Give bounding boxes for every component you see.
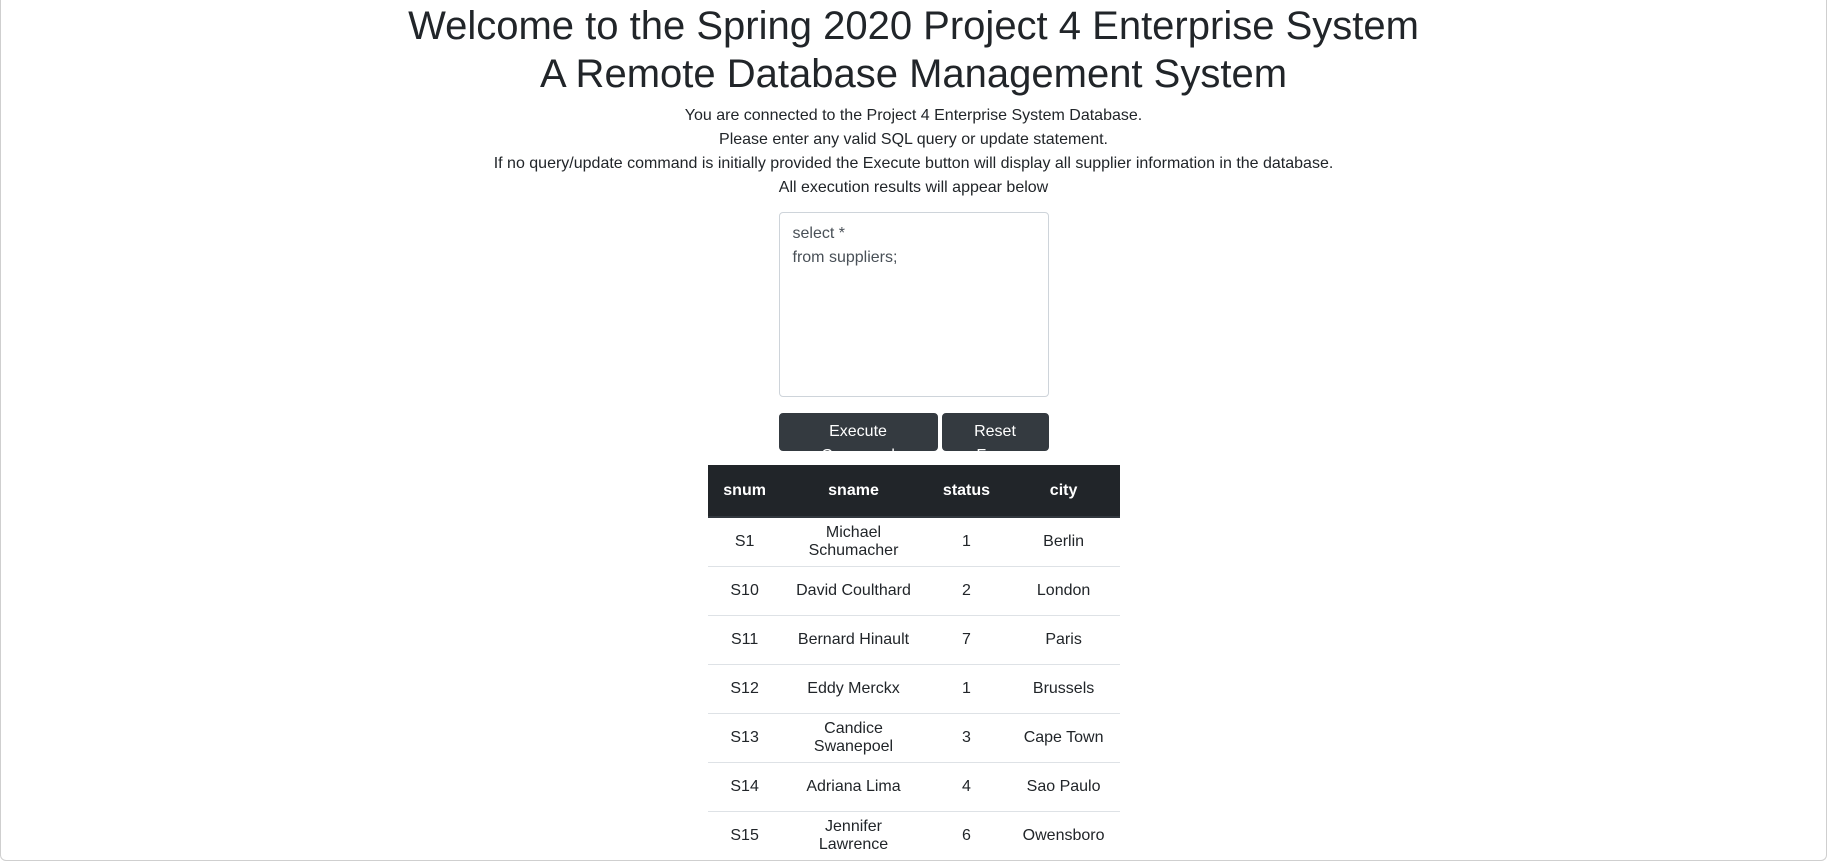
- cell-sname: Eddy Merckx: [781, 664, 926, 714]
- header-row: snum sname status city: [707, 465, 1120, 518]
- cell-snum: S12: [707, 664, 782, 714]
- table-row: S12 Eddy Merckx 1 Brussels: [707, 664, 1120, 714]
- cell-sname: Bernard Hinault: [781, 615, 926, 665]
- table-row: S14 Adriana Lima 4 Sao Paulo: [707, 762, 1120, 812]
- cell-city: London: [1007, 566, 1120, 616]
- form-buttons: Execute Command Reset Form: [1, 413, 1826, 464]
- cell-snum: S1: [707, 517, 782, 567]
- intro-line-results-note: All execution results will appear below: [778, 179, 1049, 196]
- page-frame: Welcome to the Spring 2020 Project 4 Ent…: [0, 0, 1827, 861]
- cell-status: 1: [925, 517, 1008, 567]
- cell-city: Paris: [1007, 615, 1120, 665]
- cell-status: 3: [925, 713, 1008, 763]
- cell-city: Owensboro: [1007, 811, 1120, 860]
- intro-text: You are connected to the Project 4 Enter…: [1, 104, 1826, 200]
- main-content: Welcome to the Spring 2020 Project 4 Ent…: [1, 0, 1826, 860]
- cell-status: 6: [925, 811, 1008, 860]
- results-table-body: S1 Michael Schumacher 1 Berlin S10 David…: [707, 517, 1120, 860]
- cell-status: 4: [925, 762, 1008, 812]
- execute-command-button[interactable]: Execute Command: [778, 413, 938, 464]
- cell-sname: Adriana Lima: [781, 762, 926, 812]
- table-row: S13 Candice Swanepoel 3 Cape Town: [707, 713, 1120, 763]
- results-table: snum sname status city S1 Michael Schuma…: [707, 465, 1120, 860]
- cell-sname: Jennifer Lawrence: [781, 811, 926, 860]
- query-form: select * from suppliers; Execute Command…: [1, 212, 1826, 464]
- cell-snum: S14: [707, 762, 782, 812]
- table-row: S11 Bernard Hinault 7 Paris: [707, 615, 1120, 665]
- intro-line-default-behavior: If no query/update command is initially …: [493, 155, 1334, 172]
- reset-form-button[interactable]: Reset Form: [941, 413, 1049, 464]
- cell-city: Brussels: [1007, 664, 1120, 714]
- cell-sname: Candice Swanepoel: [781, 713, 926, 763]
- cell-city: Sao Paulo: [1007, 762, 1120, 812]
- cell-snum: S13: [707, 713, 782, 763]
- table-row: S15 Jennifer Lawrence 6 Owensboro: [707, 811, 1120, 860]
- cell-snum: S15: [707, 811, 782, 860]
- table-row: S1 Michael Schumacher 1 Berlin: [707, 517, 1120, 567]
- page-title: Welcome to the Spring 2020 Project 4 Ent…: [1, 0, 1826, 98]
- intro-line-instructions: Please enter any valid SQL query or upda…: [719, 131, 1108, 148]
- column-header-city: city: [1007, 465, 1120, 518]
- column-header-status: status: [925, 465, 1008, 518]
- cell-sname: Michael Schumacher: [781, 517, 926, 567]
- cell-status: 2: [925, 566, 1008, 616]
- cell-snum: S11: [707, 615, 782, 665]
- table-row: S10 David Coulthard 2 London: [707, 566, 1120, 616]
- cell-city: Cape Town: [1007, 713, 1120, 763]
- sql-query-input[interactable]: select * from suppliers;: [778, 212, 1049, 397]
- cell-sname: David Coulthard: [781, 566, 926, 616]
- cell-snum: S10: [707, 566, 782, 616]
- cell-status: 1: [925, 664, 1008, 714]
- column-header-sname: sname: [781, 465, 926, 518]
- title-line-2: A Remote Database Management System: [539, 52, 1288, 96]
- results-table-header: snum sname status city: [707, 465, 1120, 518]
- cell-city: Berlin: [1007, 517, 1120, 567]
- title-line-1: Welcome to the Spring 2020 Project 4 Ent…: [408, 4, 1419, 48]
- column-header-snum: snum: [707, 465, 782, 518]
- cell-status: 7: [925, 615, 1008, 665]
- intro-line-connected: You are connected to the Project 4 Enter…: [684, 107, 1143, 124]
